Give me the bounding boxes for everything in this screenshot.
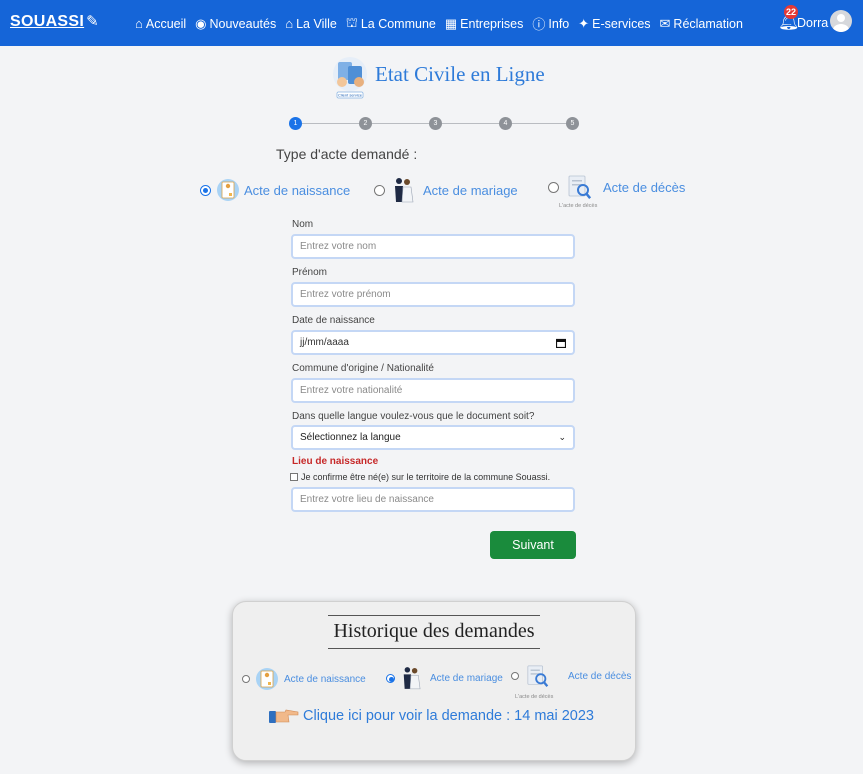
page-title: Etat Civile en Ligne (375, 62, 545, 86)
avatar-head (837, 14, 845, 22)
nav-item-la-commune[interactable]: ⛫ La Commune (346, 14, 436, 33)
pencil-icon: ✎ (86, 13, 99, 30)
radio-naissance[interactable] (200, 184, 211, 196)
nav-item-label: Info (548, 16, 570, 31)
step-3: 3 (429, 117, 442, 130)
nav-item-label: Accueil (145, 16, 187, 31)
step-2: 2 (359, 117, 372, 130)
nav-menu: ⌂ Accueil ◉ Nouveautés ⌂ La Ville ⛫ La C… (135, 14, 752, 33)
step-1: 1 (289, 117, 302, 130)
act-option-label: Acte de décès (603, 179, 686, 195)
view-request-link[interactable]: Clique ici pour voir la demande : 14 mai… (269, 707, 594, 725)
user-name[interactable]: Dorra (797, 16, 828, 30)
history-option-label: Acte de mariage (430, 672, 503, 684)
logo-caption: Client service (338, 93, 363, 98)
nav-item-label: Nouveautés (209, 16, 277, 31)
langue-label: Dans quelle langue voulez-vous que le do… (292, 411, 535, 422)
death-certificate-icon (527, 665, 549, 688)
act-option-label: Acte de naissance (244, 182, 351, 198)
nav-item-reclamation[interactable]: ✉ Réclamation (660, 14, 743, 33)
history-deces-caption: L'acte de décès (515, 694, 554, 700)
act-option-label: Acte de mariage (423, 182, 518, 198)
nav-item-e-services[interactable]: ✦ E-services (578, 14, 650, 33)
birth-certificate-icon (217, 179, 239, 201)
date-value: jj/mm/aaaa (300, 337, 349, 348)
history-radio-deces[interactable] (511, 672, 519, 680)
step-connector (442, 123, 499, 124)
chevron-down-icon: ⌄ (558, 432, 566, 442)
confirm-row[interactable]: Je confirme être né(e) sur le territoire… (290, 472, 550, 482)
history-option-deces[interactable]: Acte de décès (511, 664, 631, 688)
stepper: 1 2 3 4 5 (289, 117, 579, 131)
next-button[interactable]: Suivant (490, 531, 576, 559)
birth-certificate-icon (256, 668, 278, 690)
info-icon: ⓘ (532, 17, 546, 32)
top-navbar: SOUASSI ✎ ⌂ Accueil ◉ Nouveautés ⌂ La Vil… (0, 0, 863, 46)
step-4: 4 (499, 117, 512, 130)
nom-input[interactable] (291, 234, 575, 259)
brand-logo[interactable]: SOUASSI ✎ (10, 12, 99, 31)
wedding-couple-icon (403, 667, 421, 690)
notification-badge: 22 (784, 5, 798, 19)
brand-name: SOUASSI (10, 13, 85, 30)
lieu-input[interactable] (291, 487, 575, 512)
nav-item-entreprises[interactable]: ▦ Entreprises (445, 14, 524, 33)
deces-caption: L'acte de décès (559, 203, 598, 209)
nationalite-input[interactable] (291, 378, 575, 403)
nav-item-label: E-services (592, 16, 651, 31)
prenom-label: Prénom (292, 267, 328, 278)
history-option-label: Acte de décès (568, 670, 632, 682)
date-input[interactable]: jj/mm/aaaa (291, 330, 575, 355)
nav-item-info[interactable]: ⓘ Info (532, 14, 569, 33)
client-service-logo: Client service (333, 57, 367, 99)
wedding-couple-icon (395, 178, 414, 203)
history-radio-naissance[interactable] (242, 675, 250, 683)
city-icon: ⌂ (285, 16, 294, 31)
history-card: Historique des demandes Acte de naissanc… (232, 601, 636, 761)
nav-item-label: La Commune (360, 16, 436, 31)
view-request-text: Clique ici pour voir la demande : 14 mai… (303, 708, 594, 724)
nom-label: Nom (292, 219, 314, 230)
history-option-label: Acte de naissance (284, 673, 366, 685)
institution-icon: ⛫ (345, 14, 358, 30)
prenom-input[interactable] (291, 282, 575, 307)
nav-item-accueil[interactable]: ⌂ Accueil (135, 14, 186, 33)
nav-item-label: La Ville (296, 16, 337, 31)
history-option-naissance[interactable]: Acte de naissance (242, 667, 366, 691)
nav-item-label: Réclamation (673, 16, 743, 31)
history-radio-mariage[interactable] (386, 673, 395, 683)
act-type-label: Type d'acte demandé : (276, 146, 418, 162)
radio-deces[interactable] (548, 181, 559, 193)
building-icon: ▦ (444, 15, 458, 31)
act-option-naissance[interactable]: Acte de naissance (200, 178, 350, 202)
act-option-deces[interactable]: Acte de décès (548, 174, 685, 200)
death-certificate-icon (568, 175, 592, 199)
step-5: 5 (566, 117, 579, 130)
nav-item-la-ville[interactable]: ⌂ La Ville (285, 14, 337, 33)
avatar[interactable] (830, 10, 852, 32)
home-icon: ⌂ (135, 16, 143, 31)
nav-item-label: Entreprises (460, 16, 524, 31)
confirm-label: Je confirme être né(e) sur le territoire… (301, 472, 551, 482)
avatar-body (833, 24, 849, 32)
step-connector (512, 123, 569, 124)
date-label: Date de naissance (292, 315, 375, 326)
calendar-icon[interactable] (556, 338, 566, 348)
step-connector (372, 123, 429, 124)
lieu-section-title: Lieu de naissance (292, 456, 379, 467)
nav-item-nouveautes[interactable]: ◉ Nouveautés (195, 14, 276, 33)
pointing-hand-icon (269, 709, 299, 723)
history-option-mariage[interactable]: Acte de mariage (386, 665, 503, 691)
globe-icon: ◉ (195, 15, 207, 31)
langue-selected-value: Sélectionnez la langue (300, 432, 401, 443)
nationalite-label: Commune d'origine / Nationalité (292, 363, 434, 374)
history-title: Historique des demandes (328, 615, 540, 649)
act-option-mariage[interactable]: Acte de mariage (374, 176, 518, 204)
step-connector (302, 123, 359, 124)
sparkle-icon: ✦ (578, 15, 590, 31)
mail-icon: ✉ (659, 15, 671, 31)
confirm-checkbox[interactable] (290, 473, 298, 481)
radio-mariage[interactable] (374, 184, 385, 196)
langue-select[interactable]: Sélectionnez la langue ⌄ (291, 425, 575, 450)
